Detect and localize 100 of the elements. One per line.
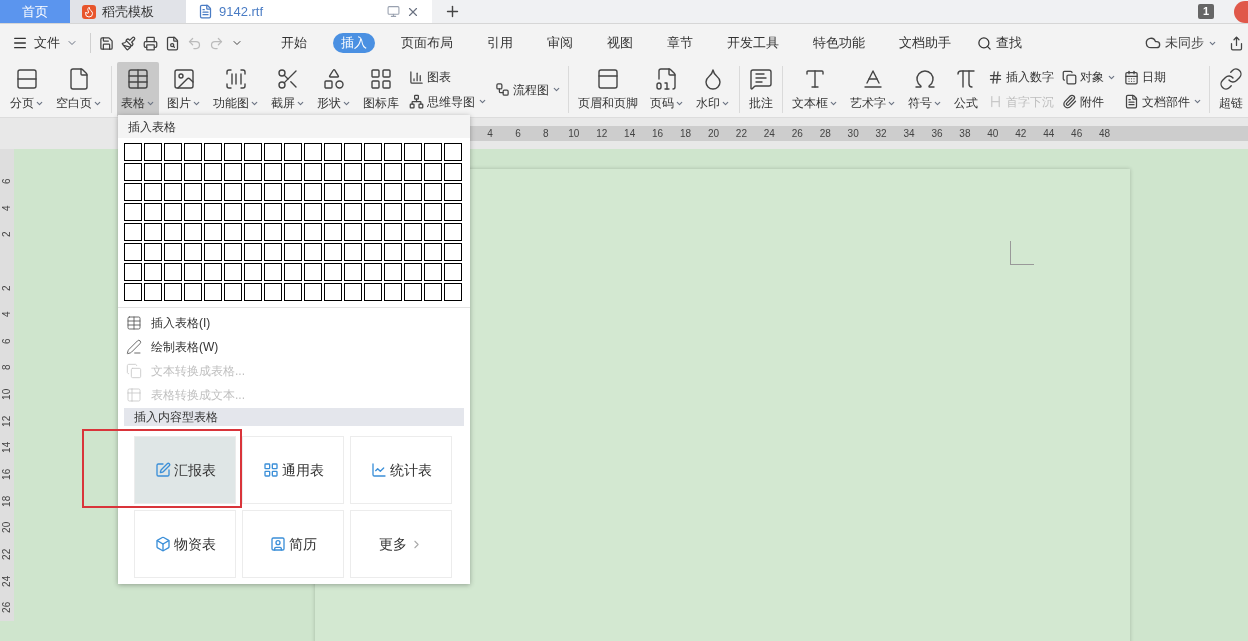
ribbon-button[interactable]: 超链 [1215,62,1247,117]
table-grid-cell[interactable] [264,223,282,241]
ribbon-button[interactable]: 页眉和页脚 [574,62,642,117]
ribbon-button[interactable]: 批注 [745,62,777,117]
table-grid-cell[interactable] [304,223,322,241]
table-grid-cell[interactable] [304,203,322,221]
table-grid-cell[interactable] [124,203,142,221]
ribbon-small-button[interactable]: 对象 [1060,68,1118,87]
table-grid-cell[interactable] [144,183,162,201]
table-grid-cell[interactable] [124,143,142,161]
table-grid-cell[interactable] [184,283,202,301]
table-grid-cell[interactable] [144,203,162,221]
table-grid-cell[interactable] [284,143,302,161]
table-grid-cell[interactable] [304,163,322,181]
table-grid-cell[interactable] [204,283,222,301]
table-grid-cell[interactable] [404,243,422,261]
table-grid-cell[interactable] [344,223,362,241]
table-grid-cell[interactable] [424,143,442,161]
table-grid-cell[interactable] [364,243,382,261]
template-tab[interactable]: 稻壳模板 [70,0,186,23]
table-grid-cell[interactable] [124,163,142,181]
print-icon[interactable] [143,35,158,51]
ribbon-button[interactable]: 形状 [313,62,355,117]
avatar[interactable] [1234,0,1248,23]
table-grid-cell[interactable] [444,143,462,161]
table-grid-cell[interactable] [184,243,202,261]
table-grid-cell[interactable] [364,143,382,161]
ribbon-button[interactable]: 页码 [646,62,688,117]
table-grid-cell[interactable] [164,163,182,181]
new-tab-icon[interactable] [444,3,461,20]
table-grid-cell[interactable] [324,203,342,221]
table-grid-cell[interactable] [244,223,262,241]
table-grid-cell[interactable] [424,203,442,221]
table-grid-cell[interactable] [364,223,382,241]
table-grid-cell[interactable] [364,183,382,201]
table-grid-cell[interactable] [284,163,302,181]
table-grid-cell[interactable] [384,143,402,161]
table-grid-cell[interactable] [444,243,462,261]
table-grid-cell[interactable] [244,243,262,261]
dropdown-menu-item[interactable]: 绘制表格(W) [118,335,470,359]
table-grid-cell[interactable] [224,283,242,301]
ribbon-button[interactable]: 图片 [163,62,205,117]
table-grid-cell[interactable] [424,223,442,241]
table-grid-cell[interactable] [164,263,182,281]
format-painter-icon[interactable] [121,35,136,51]
table-grid-cell[interactable] [264,143,282,161]
table-grid-cell[interactable] [284,283,302,301]
table-grid-cell[interactable] [144,163,162,181]
table-grid-cell[interactable] [364,263,382,281]
table-grid-cell[interactable] [424,243,442,261]
table-grid-cell[interactable] [164,283,182,301]
table-grid-cell[interactable] [224,243,242,261]
table-grid-cell[interactable] [204,183,222,201]
table-grid-cell[interactable] [264,283,282,301]
table-grid-cell[interactable] [444,223,462,241]
ribbon-button[interactable]: 图标库 [359,62,403,117]
table-grid-cell[interactable] [244,263,262,281]
table-grid-cell[interactable] [204,203,222,221]
table-grid-cell[interactable] [224,263,242,281]
table-grid-cell[interactable] [324,223,342,241]
menu-tab[interactable]: 引用 [479,33,521,53]
menu-tab[interactable]: 文档助手 [891,33,959,53]
table-grid-cell[interactable] [404,263,422,281]
table-grid-cell[interactable] [304,183,322,201]
table-grid-cell[interactable] [144,143,162,161]
ribbon-small-button[interactable]: 思维导图 [407,92,489,111]
search-button[interactable]: 查找 [977,33,1022,53]
template-card[interactable]: 统计表 [350,436,452,504]
file-menu[interactable]: 文件 [0,33,86,53]
table-grid-cell[interactable] [404,223,422,241]
table-grid-cell[interactable] [404,143,422,161]
menu-tab[interactable]: 页面布局 [393,33,461,53]
table-grid-cell[interactable] [364,203,382,221]
ribbon-small-button[interactable]: 流程图 [493,80,563,99]
table-grid-cell[interactable] [404,163,422,181]
table-grid-cell[interactable] [144,243,162,261]
print-preview-icon[interactable] [165,35,180,51]
table-grid-cell[interactable] [184,223,202,241]
table-grid-cell[interactable] [264,243,282,261]
table-grid-cell[interactable] [444,163,462,181]
table-grid-cell[interactable] [284,243,302,261]
table-grid-cell[interactable] [344,283,362,301]
table-grid-cell[interactable] [164,243,182,261]
table-grid-cell[interactable] [424,283,442,301]
table-grid-cell[interactable] [144,223,162,241]
table-grid-cell[interactable] [304,143,322,161]
table-grid-cell[interactable] [344,163,362,181]
table-grid-cell[interactable] [304,263,322,281]
table-grid-cell[interactable] [304,283,322,301]
table-grid-cell[interactable] [184,263,202,281]
table-grid-cell[interactable] [344,263,362,281]
template-card[interactable]: 更多 [350,510,452,578]
table-grid-cell[interactable] [424,183,442,201]
table-grid-cell[interactable] [204,223,222,241]
ribbon-button[interactable]: 表格 [117,62,159,117]
table-grid-cell[interactable] [124,243,142,261]
table-grid-cell[interactable] [324,163,342,181]
table-grid-cell[interactable] [324,183,342,201]
table-grid-cell[interactable] [344,203,362,221]
table-grid-cell[interactable] [264,203,282,221]
